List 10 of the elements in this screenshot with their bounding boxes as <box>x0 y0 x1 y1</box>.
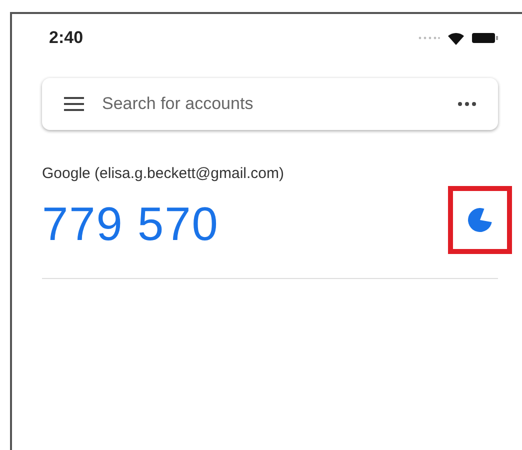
wifi-icon <box>448 32 464 44</box>
battery-icon <box>472 32 498 44</box>
signal-icon <box>418 36 440 40</box>
timer-icon <box>468 208 492 232</box>
menu-icon[interactable] <box>64 97 84 111</box>
more-icon[interactable] <box>458 102 476 106</box>
status-time: 2:40 <box>49 27 84 50</box>
verification-code[interactable]: 779 570 <box>42 200 219 247</box>
account-name: Google (elisa.g.beckett@gmail.com) <box>42 164 285 184</box>
search-field[interactable]: Search for accounts <box>100 90 442 118</box>
